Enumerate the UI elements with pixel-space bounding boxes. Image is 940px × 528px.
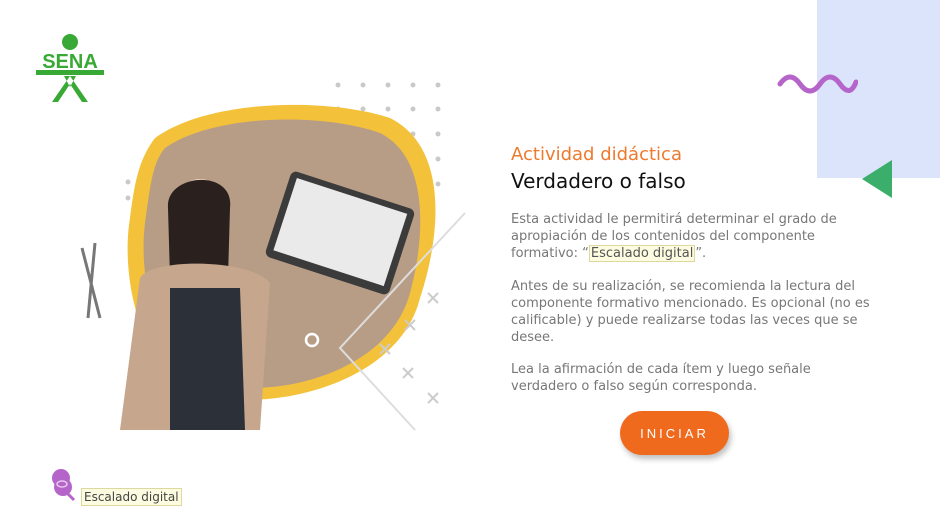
triangle-icon	[862, 160, 892, 198]
start-button[interactable]: INICIAR	[620, 411, 729, 455]
activity-kicker: Actividad didáctica	[511, 144, 682, 165]
pushpin-icon	[52, 469, 76, 502]
component-name-label: Escalado digital	[81, 488, 182, 506]
wave-icon	[777, 74, 858, 94]
activity-title: Verdadero o falso	[511, 169, 686, 193]
recommendation-paragraph: Antes de su realización, se recomienda l…	[511, 279, 870, 345]
hero-illustration	[80, 82, 466, 431]
component-highlight: Escalado digital	[588, 245, 696, 262]
intro-paragraph: Esta actividad le permitirá determinar e…	[511, 211, 881, 262]
intro-text-end: ”.	[695, 246, 707, 261]
instructions-paragraph: Lea la afirmación de cada ítem y luego s…	[511, 362, 811, 394]
svg-text:SENA: SENA	[42, 51, 98, 73]
